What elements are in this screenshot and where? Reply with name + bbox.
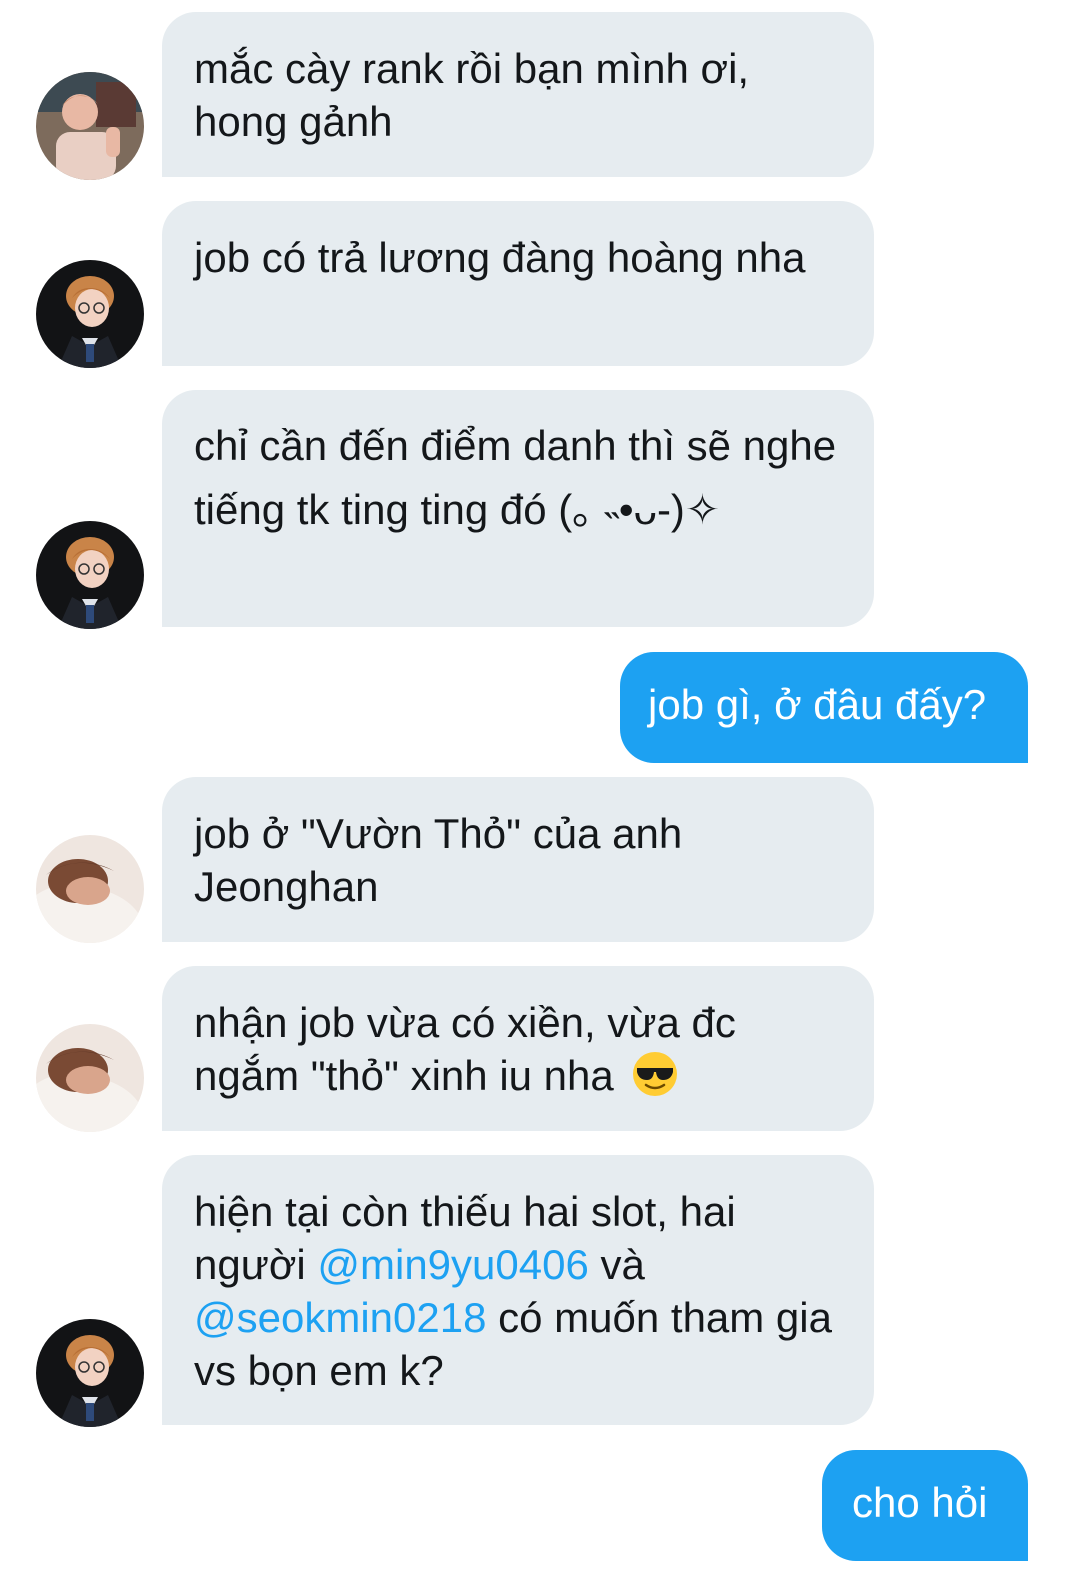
avatar[interactable] [36, 835, 144, 943]
avatar[interactable] [36, 260, 144, 368]
avatar[interactable] [36, 521, 144, 629]
message-text: job gì, ở đâu đấy? [648, 681, 987, 728]
message-bubble-incoming[interactable]: job ở "Vườn Thỏ" của anh Jeonghan [162, 777, 874, 942]
message-text: cho hỏi [852, 1479, 988, 1526]
message-bubble-incoming[interactable]: mắc cày rank rồi bạn mình ơi, hong gảnh [162, 12, 874, 177]
message-bubble-incoming[interactable]: job có trả lương đàng hoàng nha [162, 201, 874, 366]
message-text: job ở "Vườn Thỏ" của anh Jeonghan [194, 810, 683, 910]
mention-link[interactable]: @seokmin0218 [194, 1294, 486, 1341]
avatar[interactable] [36, 1024, 144, 1132]
message-bubble-outgoing[interactable]: job gì, ở đâu đấy? [620, 652, 1028, 763]
message-bubble-incoming[interactable]: hiện tại còn thiếu hai slot, hai người @… [162, 1155, 874, 1425]
avatar[interactable] [36, 72, 144, 180]
message-bubble-outgoing[interactable]: cho hỏi [822, 1450, 1028, 1561]
avatar[interactable] [36, 1319, 144, 1427]
message-bubble-incoming[interactable]: chỉ cần đến điểm danh thì sẽ nghe tiếng … [162, 390, 874, 627]
message-text: mắc cày rank rồi bạn mình ơi, hong gảnh [194, 45, 750, 145]
message-text: và [588, 1241, 645, 1288]
message-bubble-incoming[interactable]: nhận job vừa có xiền, vừa đc ngắm "thỏ" … [162, 966, 874, 1131]
sunglasses-emoji-icon [631, 1050, 679, 1098]
message-text: job có trả lương đàng hoàng nha [194, 234, 806, 281]
mention-link[interactable]: @min9yu0406 [317, 1241, 588, 1288]
message-text: chỉ cần đến điểm danh thì sẽ nghe tiếng … [194, 422, 837, 533]
